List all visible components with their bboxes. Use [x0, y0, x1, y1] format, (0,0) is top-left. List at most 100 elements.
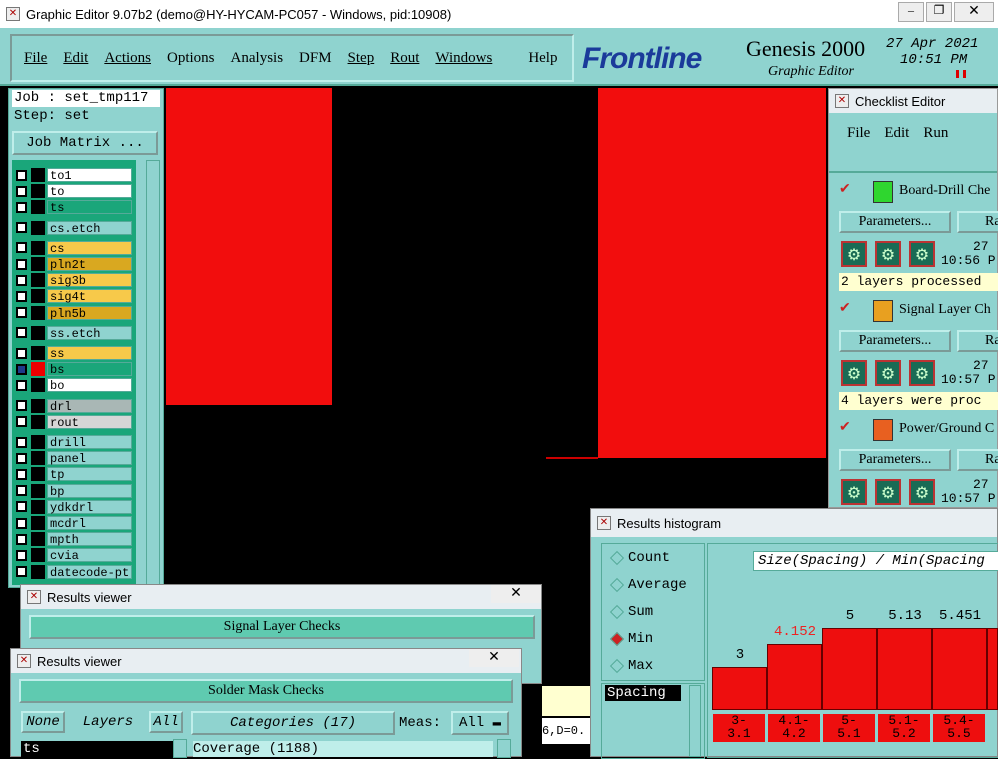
layer-checkbox[interactable] — [16, 468, 27, 480]
layer-name[interactable]: mcdrl — [47, 516, 132, 531]
layer-color-swatch[interactable] — [31, 200, 45, 215]
layer-name[interactable]: tp — [47, 467, 132, 482]
layer-checkbox[interactable] — [16, 274, 27, 286]
menu-dfm[interactable]: DFM — [299, 50, 332, 67]
layer-name[interactable]: drl — [47, 398, 132, 414]
layer-checkbox[interactable] — [16, 436, 27, 448]
layer-color-swatch[interactable] — [31, 532, 45, 547]
layer-row[interactable]: mpth — [16, 532, 132, 547]
layer-checkbox[interactable] — [16, 549, 27, 561]
layer-color-swatch[interactable] — [31, 289, 45, 304]
layer-name[interactable]: ss — [47, 346, 132, 361]
layer-color-swatch[interactable] — [31, 467, 45, 482]
layer-color-swatch[interactable] — [31, 483, 45, 498]
run-button[interactable]: Ra — [957, 211, 998, 233]
parameters-button[interactable]: Parameters... — [839, 449, 951, 471]
layer-color-swatch[interactable] — [31, 220, 45, 235]
layer-color-swatch[interactable] — [31, 516, 45, 530]
histogram-bar[interactable] — [987, 628, 998, 710]
layer-name[interactable]: datecode-pt — [47, 564, 132, 580]
layer-scrollbar[interactable] — [173, 739, 187, 758]
layer-row[interactable]: ss — [16, 346, 132, 361]
layer-name[interactable]: cs — [47, 240, 132, 256]
menu-options[interactable]: Options — [167, 50, 215, 67]
menu-edit[interactable]: Edit — [63, 50, 88, 67]
layer-color-swatch[interactable] — [31, 346, 45, 360]
bar-category-label[interactable]: 4.1- 4.2 — [768, 714, 820, 742]
radio-diamond-icon[interactable] — [609, 550, 625, 566]
menu-rout[interactable]: Rout — [390, 50, 419, 67]
layer-row[interactable]: mcdrl — [16, 516, 132, 531]
category-item[interactable]: Coverage (1188) — [193, 741, 493, 757]
check-tick-icon[interactable]: ✔ — [839, 419, 851, 436]
bar-category-label[interactable]: 5- 5.1 — [823, 714, 875, 742]
close-icon[interactable]: ✕ — [491, 585, 541, 603]
check-tick-icon[interactable]: ✔ — [839, 300, 851, 317]
job-matrix-button[interactable]: Job Matrix ... — [12, 131, 158, 155]
radio-diamond-icon[interactable] — [609, 658, 625, 674]
layer-row[interactable]: sig4t — [16, 289, 132, 304]
layer-checkbox[interactable] — [16, 169, 27, 181]
layer-name[interactable]: bo — [47, 378, 132, 393]
layer-color-swatch[interactable] — [31, 305, 45, 320]
meas-select[interactable]: All ▬ — [451, 711, 509, 735]
histogram-bar[interactable] — [712, 667, 767, 710]
spacing-list-item[interactable]: Spacing — [605, 685, 681, 701]
layer-checkbox[interactable] — [16, 290, 27, 302]
bar-category-label[interactable]: 5.1- 5.2 — [878, 714, 930, 742]
layer-color-swatch[interactable] — [31, 273, 45, 288]
minimize-icon[interactable]: – — [898, 2, 924, 22]
layer-color-swatch[interactable] — [31, 325, 45, 340]
radio-diamond-icon[interactable] — [609, 604, 625, 620]
layer-row[interactable]: datecode-pt — [16, 564, 132, 580]
menu-step[interactable]: Step — [348, 50, 375, 67]
layer-name[interactable]: to — [47, 184, 132, 199]
layer-checkbox[interactable] — [16, 347, 27, 359]
run-check-icon[interactable]: ⚙ — [841, 360, 867, 386]
pause-icon[interactable] — [956, 70, 966, 78]
check-tick-icon[interactable]: ✔ — [839, 181, 851, 198]
layer-row[interactable]: drill — [16, 435, 132, 450]
layer-checkbox[interactable] — [16, 416, 27, 428]
category-scrollbar[interactable] — [497, 739, 511, 758]
menu-file[interactable]: File — [24, 50, 47, 67]
checklist-menu-file[interactable]: File — [847, 125, 870, 171]
layer-row[interactable]: cs.etch — [16, 220, 132, 236]
layer-row[interactable]: sig3b — [16, 273, 132, 288]
layer-color-swatch[interactable] — [31, 398, 45, 413]
categories-button[interactable]: Categories (17) — [191, 711, 395, 735]
view-check-icon[interactable]: ⚙ — [909, 241, 935, 267]
histogram-bar[interactable] — [767, 643, 822, 710]
aggregate-option-min[interactable]: Min — [609, 631, 653, 647]
layer-name[interactable]: bs — [47, 362, 132, 377]
layer-color-swatch[interactable] — [31, 378, 45, 393]
layer-color-swatch[interactable] — [31, 499, 45, 514]
aggregate-option-sum[interactable]: Sum — [609, 604, 653, 620]
layer-row[interactable]: bp — [16, 483, 132, 499]
restore-icon[interactable]: ❐ — [926, 2, 952, 22]
checklist-menu-edit[interactable]: Edit — [884, 125, 909, 171]
layer-checkbox[interactable] — [16, 566, 27, 578]
layer-row[interactable]: ss.etch — [16, 325, 132, 341]
layer-checkbox[interactable] — [16, 242, 27, 254]
stop-check-icon[interactable]: ⚙ — [875, 360, 901, 386]
layer-row[interactable]: pln2t — [16, 257, 132, 272]
measure-scrollbar[interactable] — [689, 685, 701, 757]
layer-checkbox[interactable] — [16, 452, 27, 464]
layer-row[interactable]: pln5b — [16, 305, 132, 321]
view-check-icon[interactable]: ⚙ — [909, 479, 935, 505]
layer-scrollbar[interactable] — [146, 160, 160, 585]
layer-color-swatch[interactable] — [31, 168, 45, 182]
bar-category-label[interactable]: 5.4- 5.5 — [933, 714, 985, 742]
layer-name[interactable]: sig4t — [47, 289, 132, 304]
menu-windows[interactable]: Windows — [435, 50, 492, 67]
layer-checkbox[interactable] — [16, 222, 27, 234]
layer-name[interactable]: drill — [47, 435, 132, 450]
layer-color-swatch[interactable] — [31, 451, 45, 466]
layer-name[interactable]: ts — [47, 200, 132, 215]
run-button[interactable]: Ra — [957, 330, 998, 352]
layer-name[interactable]: to1 — [47, 168, 132, 183]
layer-row[interactable]: ts — [16, 200, 132, 215]
run-button[interactable]: Ra — [957, 449, 998, 471]
bar-category-label[interactable]: 3- 3.1 — [713, 714, 765, 742]
